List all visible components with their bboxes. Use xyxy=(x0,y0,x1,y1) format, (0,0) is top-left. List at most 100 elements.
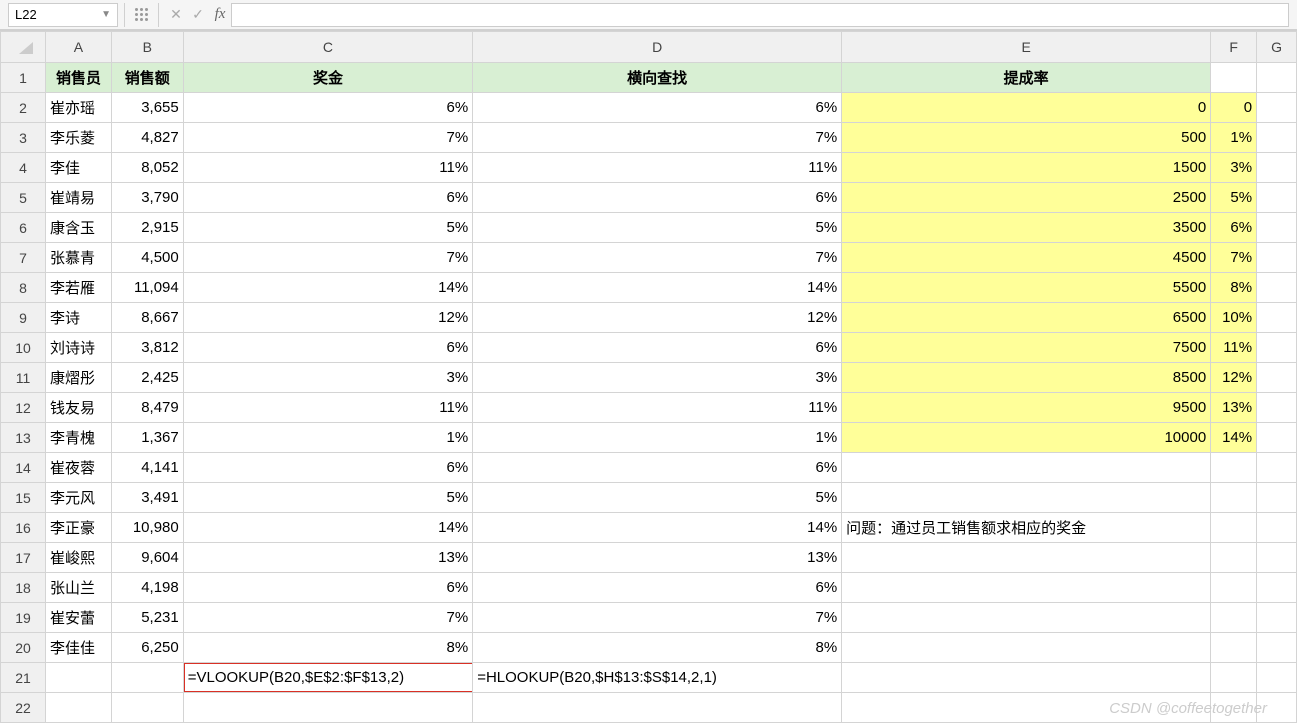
cell[interactable]: 7% xyxy=(1211,243,1257,273)
cell[interactable] xyxy=(473,693,842,723)
cell[interactable]: 李佳 xyxy=(46,153,112,183)
cell[interactable] xyxy=(1257,363,1297,393)
cell[interactable] xyxy=(46,663,112,693)
cell[interactable]: 提成率 xyxy=(842,63,1211,93)
cell[interactable]: 1% xyxy=(473,423,842,453)
column-header[interactable]: C xyxy=(183,32,472,63)
cell[interactable]: 崔夜蓉 xyxy=(46,453,112,483)
cell[interactable]: 13% xyxy=(183,543,472,573)
column-header[interactable]: G xyxy=(1257,32,1297,63)
column-header[interactable]: E xyxy=(842,32,1211,63)
cell[interactable]: 销售员 xyxy=(46,63,112,93)
cell[interactable] xyxy=(1257,183,1297,213)
cell[interactable] xyxy=(1211,453,1257,483)
cell[interactable]: 13% xyxy=(1211,393,1257,423)
cell[interactable]: 康熠彤 xyxy=(46,363,112,393)
cell[interactable]: 11% xyxy=(1211,333,1257,363)
cell[interactable]: 0 xyxy=(842,93,1211,123)
cell[interactable]: 10% xyxy=(1211,303,1257,333)
cell[interactable]: 1% xyxy=(1211,123,1257,153)
cell[interactable]: 14% xyxy=(183,513,472,543)
cell[interactable]: 4,500 xyxy=(111,243,183,273)
cell[interactable]: 张慕青 xyxy=(46,243,112,273)
cell[interactable]: 奖金 xyxy=(183,63,472,93)
confirm-button[interactable]: ✓ xyxy=(187,3,209,27)
column-header[interactable]: B xyxy=(111,32,183,63)
cell[interactable]: 李青槐 xyxy=(46,423,112,453)
row-header[interactable]: 5 xyxy=(1,183,46,213)
row-header[interactable]: 4 xyxy=(1,153,46,183)
cell[interactable]: 李乐菱 xyxy=(46,123,112,153)
cell[interactable]: 1% xyxy=(183,423,472,453)
cell[interactable]: 4,827 xyxy=(111,123,183,153)
cell[interactable] xyxy=(1211,663,1257,693)
cell[interactable]: 崔安蕾 xyxy=(46,603,112,633)
cell[interactable]: 问题：通过员工销售额求相应的奖金 xyxy=(842,513,1211,543)
cell[interactable]: 14% xyxy=(473,273,842,303)
cell[interactable] xyxy=(842,453,1211,483)
cell[interactable]: 8% xyxy=(473,633,842,663)
row-header[interactable]: 10 xyxy=(1,333,46,363)
cell[interactable] xyxy=(1257,333,1297,363)
cell[interactable]: 李佳佳 xyxy=(46,633,112,663)
cell[interactable] xyxy=(1211,513,1257,543)
cell[interactable]: 1,367 xyxy=(111,423,183,453)
cell[interactable]: 11,094 xyxy=(111,273,183,303)
cell[interactable]: 5% xyxy=(183,483,472,513)
cell[interactable]: 李若雁 xyxy=(46,273,112,303)
cell[interactable]: 7% xyxy=(183,243,472,273)
cell[interactable]: 5% xyxy=(1211,183,1257,213)
row-header[interactable]: 8 xyxy=(1,273,46,303)
cell[interactable]: 8% xyxy=(1211,273,1257,303)
cell[interactable]: 9500 xyxy=(842,393,1211,423)
cell[interactable] xyxy=(842,663,1211,693)
cell[interactable]: 6% xyxy=(473,333,842,363)
cell[interactable]: 7% xyxy=(183,603,472,633)
row-header[interactable]: 13 xyxy=(1,423,46,453)
cell[interactable]: 4,198 xyxy=(111,573,183,603)
cell[interactable]: 6% xyxy=(473,93,842,123)
cell[interactable] xyxy=(1257,303,1297,333)
cell[interactable]: 9,604 xyxy=(111,543,183,573)
cell[interactable] xyxy=(1257,93,1297,123)
cell[interactable]: 李诗 xyxy=(46,303,112,333)
cell[interactable]: 5,231 xyxy=(111,603,183,633)
cell[interactable]: 钱友易 xyxy=(46,393,112,423)
cell[interactable] xyxy=(1257,663,1297,693)
cell[interactable]: 11% xyxy=(473,393,842,423)
select-all-corner[interactable] xyxy=(1,32,46,63)
cell[interactable]: 8,667 xyxy=(111,303,183,333)
fx-icon[interactable]: fx xyxy=(209,3,231,27)
cancel-button[interactable]: ✕ xyxy=(165,3,187,27)
cell[interactable]: 8,052 xyxy=(111,153,183,183)
row-header[interactable]: 16 xyxy=(1,513,46,543)
cell[interactable]: 刘诗诗 xyxy=(46,333,112,363)
cell[interactable] xyxy=(1257,423,1297,453)
cell[interactable]: 0 xyxy=(1211,93,1257,123)
cell[interactable]: 销售额 xyxy=(111,63,183,93)
cell[interactable]: 10,980 xyxy=(111,513,183,543)
cell-formula[interactable]: =HLOOKUP(B20,$H$13:$S$14,2,1) xyxy=(473,663,842,693)
cell[interactable]: 500 xyxy=(842,123,1211,153)
cell[interactable]: 1500 xyxy=(842,153,1211,183)
row-header[interactable]: 15 xyxy=(1,483,46,513)
cell[interactable]: 横向查找 xyxy=(473,63,842,93)
cell[interactable]: 6% xyxy=(183,573,472,603)
cell[interactable]: 6% xyxy=(183,183,472,213)
cell[interactable]: 3,655 xyxy=(111,93,183,123)
cell[interactable] xyxy=(1257,513,1297,543)
cell[interactable] xyxy=(111,693,183,723)
cell[interactable]: 3% xyxy=(473,363,842,393)
cell[interactable]: 张山兰 xyxy=(46,573,112,603)
row-header[interactable]: 12 xyxy=(1,393,46,423)
cell[interactable]: 6% xyxy=(183,333,472,363)
cell[interactable]: 7% xyxy=(473,603,842,633)
cell[interactable] xyxy=(1257,393,1297,423)
cell[interactable]: 11% xyxy=(183,153,472,183)
cell[interactable]: 14% xyxy=(183,273,472,303)
cell[interactable] xyxy=(842,483,1211,513)
cell[interactable] xyxy=(1257,453,1297,483)
cell[interactable] xyxy=(1257,63,1297,93)
cell[interactable] xyxy=(1257,543,1297,573)
cell[interactable] xyxy=(842,543,1211,573)
